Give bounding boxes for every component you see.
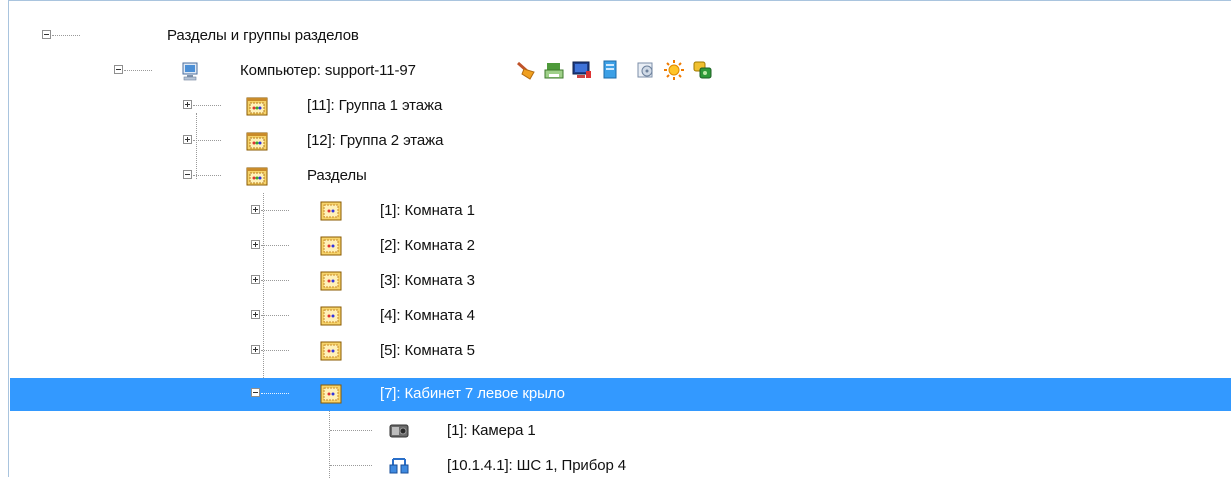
- expand-toggle[interactable]: [251, 275, 260, 284]
- node-label: [5]: Комната 5: [380, 342, 475, 359]
- tree-node-group[interactable]: [11]: Группа 1 этажа: [10, 89, 1231, 124]
- node-label: [1]: Комната 1: [380, 202, 475, 219]
- section-icon: [320, 235, 342, 257]
- tree-node-room[interactable]: [1]: Комната 1: [10, 194, 1231, 229]
- tree-node-room[interactable]: [2]: Комната 2: [10, 229, 1231, 264]
- section-group-icon: [246, 95, 268, 117]
- tree-node-sections[interactable]: Разделы: [10, 159, 1231, 194]
- tree-node-root[interactable]: Разделы и группы разделов: [10, 19, 1231, 54]
- alarm-loop-icon: [388, 455, 410, 477]
- tree-node-room[interactable]: [5]: Комната 5: [10, 334, 1231, 369]
- node-label: [7]: Кабинет 7 левое крыло: [380, 385, 565, 402]
- tree-node-computer[interactable]: Компьютер: support-11-97: [10, 54, 1231, 89]
- camera-icon: [388, 420, 410, 442]
- tree-node-room[interactable]: [4]: Комната 4: [10, 299, 1231, 334]
- broom-icon[interactable]: [515, 59, 537, 81]
- document-icon[interactable]: [599, 59, 621, 81]
- node-label: Компьютер: support-11-97: [240, 62, 416, 79]
- section-icon: [320, 200, 342, 222]
- disk-icon[interactable]: [635, 59, 657, 81]
- node-label: [2]: Комната 2: [380, 237, 475, 254]
- section-icon: [320, 340, 342, 362]
- node-label: [4]: Комната 4: [380, 307, 475, 324]
- keys-icon[interactable]: [691, 59, 713, 81]
- collapse-toggle[interactable]: [42, 30, 51, 39]
- node-label: Разделы и группы разделов: [167, 27, 359, 44]
- expand-toggle[interactable]: [251, 345, 260, 354]
- collapse-toggle[interactable]: [114, 65, 123, 74]
- printer-icon[interactable]: [543, 59, 565, 81]
- node-label: [1]: Камера 1: [447, 422, 536, 439]
- section-group-icon: [246, 130, 268, 152]
- section-icon: [320, 383, 342, 405]
- section-icon: [320, 305, 342, 327]
- node-label: [3]: Комната 3: [380, 272, 475, 289]
- collapse-toggle[interactable]: [183, 170, 192, 179]
- node-label: [10.1.4.1]: ШС 1, Прибор 4: [447, 457, 626, 474]
- expand-toggle[interactable]: [251, 240, 260, 249]
- node-label: [12]: Группа 2 этажа: [307, 132, 444, 149]
- tree-node-room-selected[interactable]: [7]: Кабинет 7 левое крыло: [10, 378, 1231, 411]
- tree-node-loop[interactable]: [10.1.4.1]: ШС 1, Прибор 4: [10, 449, 1231, 484]
- sections-tree[interactable]: Разделы и группы разделов Компьютер: sup…: [8, 0, 1231, 478]
- monitor-icon[interactable]: [571, 59, 593, 81]
- computer-icon: [180, 60, 202, 82]
- expand-toggle[interactable]: [183, 100, 192, 109]
- expand-toggle[interactable]: [183, 135, 192, 144]
- section-icon: [320, 270, 342, 292]
- tree-node-group[interactable]: [12]: Группа 2 этажа: [10, 124, 1231, 159]
- node-label: [11]: Группа 1 этажа: [307, 97, 443, 114]
- expand-toggle[interactable]: [251, 310, 260, 319]
- node-label: Разделы: [307, 167, 367, 184]
- sun-icon[interactable]: [663, 59, 685, 81]
- expand-toggle[interactable]: [251, 205, 260, 214]
- section-group-icon: [246, 165, 268, 187]
- tree-node-camera[interactable]: [1]: Камера 1: [10, 414, 1231, 449]
- tree-node-room[interactable]: [3]: Комната 3: [10, 264, 1231, 299]
- collapse-toggle[interactable]: [251, 388, 260, 397]
